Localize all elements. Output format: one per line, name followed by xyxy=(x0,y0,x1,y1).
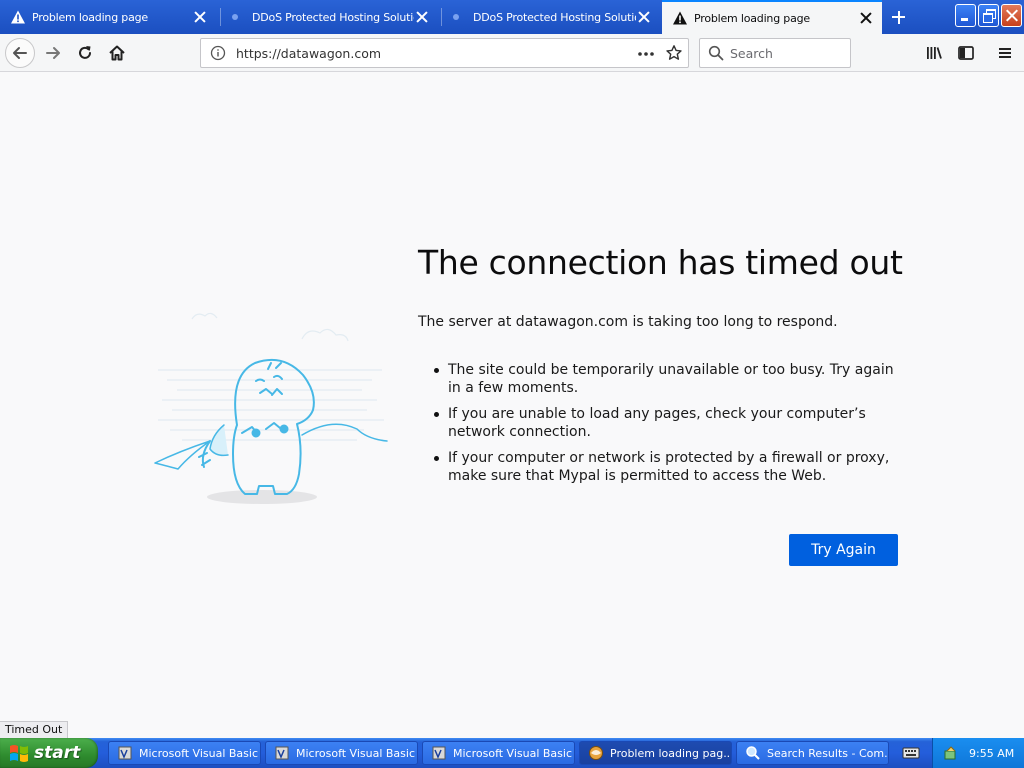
tray-app-icon[interactable] xyxy=(943,745,959,761)
arrow-left-icon xyxy=(13,47,27,59)
taskbar-item-label: Search Results - Com... xyxy=(767,746,888,760)
reload-icon xyxy=(79,46,91,59)
taskbar-item-search-results[interactable]: Search Results - Com... xyxy=(736,741,889,765)
new-tab-button[interactable] xyxy=(884,4,912,30)
minimize-button[interactable] xyxy=(955,4,976,27)
taskbar-item-vb-3[interactable]: Microsoft Visual Basic xyxy=(422,741,575,765)
arrow-right-icon xyxy=(46,47,60,59)
status-text: Timed Out xyxy=(0,721,69,738)
hamburger-menu-icon xyxy=(999,48,1011,58)
mypal-browser-icon xyxy=(589,746,603,760)
close-tab-icon[interactable] xyxy=(192,9,208,25)
error-reason-list: The site could be temporarily unavailabl… xyxy=(430,361,910,493)
search-bar[interactable] xyxy=(699,38,851,68)
taskbar-item-label: Microsoft Visual Basic xyxy=(139,746,259,760)
start-label: start xyxy=(34,743,81,763)
start-button[interactable]: start xyxy=(0,738,98,768)
windows-logo-icon xyxy=(10,745,28,762)
tab-strip: Problem loading page DDoS Protected Host… xyxy=(0,0,1024,34)
loading-dot-icon xyxy=(232,14,238,20)
warning-icon xyxy=(11,10,25,24)
try-again-button[interactable]: Try Again xyxy=(789,534,898,566)
tab-title: DDoS Protected Hosting Solutions xyxy=(252,10,414,24)
tab-problem-loading-active[interactable]: Problem loading page xyxy=(662,0,882,34)
error-page: The connection has timed out The server … xyxy=(0,73,1024,738)
dinosaur-unplugged-illustration xyxy=(154,312,388,504)
taskbar-item-vb-2[interactable]: Microsoft Visual Basic xyxy=(265,741,418,765)
error-description: The server at datawagon.com is taking to… xyxy=(418,314,838,330)
sidebar-toggle-button[interactable] xyxy=(951,38,981,68)
taskbar-item-label: Microsoft Visual Basic xyxy=(296,746,416,760)
clock[interactable]: 9:55 AM xyxy=(969,747,1014,760)
reload-button[interactable] xyxy=(70,38,100,68)
close-tab-icon[interactable] xyxy=(636,9,652,25)
list-item: The site could be temporarily unavailabl… xyxy=(430,361,910,397)
search-input[interactable] xyxy=(730,45,840,61)
list-item: If you are unable to load any pages, che… xyxy=(430,405,910,441)
menu-button[interactable] xyxy=(990,38,1020,68)
url-text[interactable]: https://datawagon.com xyxy=(236,46,381,61)
library-icon xyxy=(927,47,942,59)
error-title: The connection has timed out xyxy=(418,243,903,282)
library-button[interactable] xyxy=(919,38,949,68)
restore-button[interactable] xyxy=(978,4,999,27)
list-item: If your computer or network is protected… xyxy=(430,449,910,485)
info-icon[interactable] xyxy=(210,45,226,61)
forward-button[interactable] xyxy=(38,38,68,68)
visual-basic-icon xyxy=(118,746,132,760)
bookmark-star-icon[interactable] xyxy=(665,44,683,62)
tab-title: DDoS Protected Hosting Solutions xyxy=(473,10,636,24)
search-icon xyxy=(708,45,724,61)
navigation-toolbar: https://datawagon.com xyxy=(0,34,1024,72)
close-tab-icon[interactable] xyxy=(414,9,430,25)
taskbar: start Microsoft Visual Basic Microsoft V… xyxy=(0,738,1024,768)
visual-basic-icon xyxy=(275,746,289,760)
close-tab-icon[interactable] xyxy=(858,10,874,26)
taskbar-item-vb-1[interactable]: Microsoft Visual Basic xyxy=(108,741,261,765)
tab-separator xyxy=(220,8,221,26)
tab-title: Problem loading page xyxy=(694,11,810,25)
taskbar-item-label: Microsoft Visual Basic xyxy=(453,746,573,760)
taskbar-item-label: Problem loading pag... xyxy=(610,746,731,760)
tab-problem-loading-1[interactable]: Problem loading page xyxy=(0,0,216,34)
search-results-icon xyxy=(746,746,760,760)
keyboard-icon[interactable] xyxy=(902,746,920,760)
window-close-button[interactable] xyxy=(1001,4,1022,27)
visual-basic-icon xyxy=(432,746,446,760)
back-button[interactable] xyxy=(5,38,35,68)
home-icon xyxy=(109,45,125,61)
page-actions-icon[interactable] xyxy=(637,51,655,57)
tab-separator xyxy=(441,8,442,26)
home-button[interactable] xyxy=(102,38,132,68)
sidebar-icon xyxy=(958,46,974,60)
url-bar[interactable]: https://datawagon.com xyxy=(200,38,689,68)
tab-ddos-2[interactable]: DDoS Protected Hosting Solutions xyxy=(443,0,660,34)
loading-dot-icon xyxy=(453,14,459,20)
taskbar-item-browser[interactable]: Problem loading pag... xyxy=(579,741,732,765)
system-tray: 9:55 AM xyxy=(932,738,1024,768)
tab-title: Problem loading page xyxy=(32,10,148,24)
tab-ddos-1[interactable]: DDoS Protected Hosting Solutions xyxy=(222,0,438,34)
warning-icon xyxy=(673,11,687,25)
